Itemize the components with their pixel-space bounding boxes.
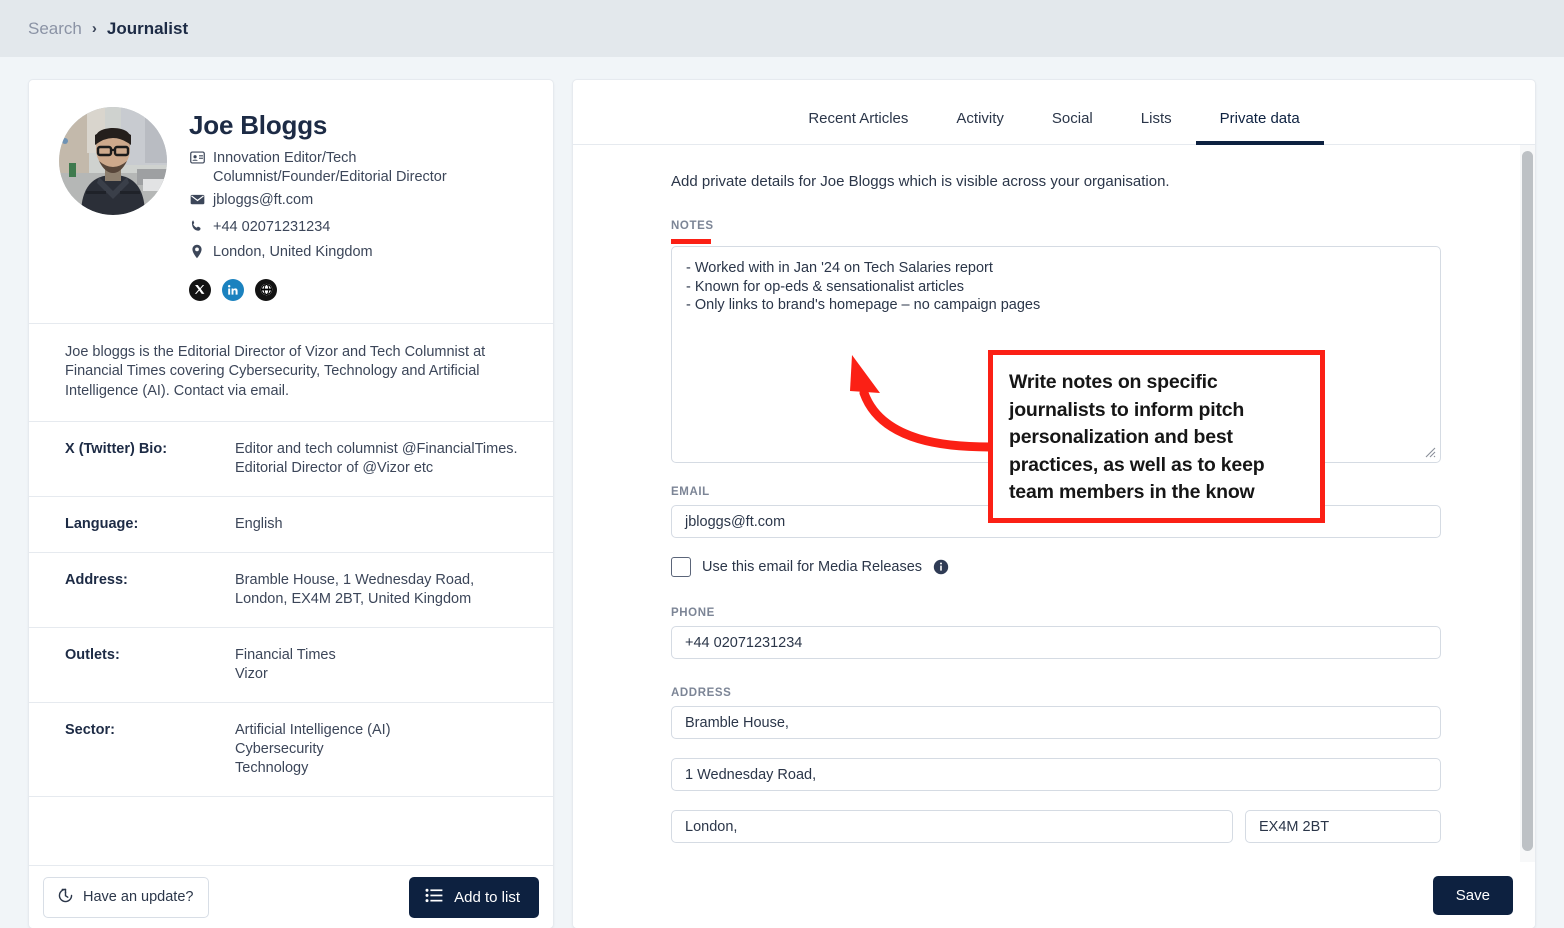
detail-key: Outlets: <box>65 647 120 663</box>
address-city-postcode-row: London, EX4M 2BT <box>671 810 1535 843</box>
info-icon[interactable] <box>933 559 949 575</box>
address-postcode-input[interactable]: EX4M 2BT <box>1245 810 1441 843</box>
media-releases-label: Use this email for Media Releases <box>702 559 923 575</box>
annotation-text: Write notes on specific journalists to i… <box>1009 371 1265 503</box>
detail-row-sector: Sector: Artificial Intelligence (AI) Cyb… <box>29 703 553 796</box>
detail-key: Sector: <box>65 722 115 738</box>
tab-social[interactable]: Social <box>1028 110 1117 144</box>
detail-row-address: Address: Bramble House, 1 Wednesday Road… <box>29 553 553 627</box>
tab-private-data[interactable]: Private data <box>1195 110 1324 145</box>
profile-bio: Joe bloggs is the Editorial Director of … <box>65 343 486 399</box>
profile-email-row[interactable]: jbloggs@ft.com <box>189 191 529 213</box>
page-body: Joe Bloggs Innovation Editor/Tech Column… <box>0 57 1564 928</box>
annotation-callout: Write notes on specific journalists to i… <box>988 350 1325 523</box>
profile-card: Joe Bloggs Innovation Editor/Tech Column… <box>28 79 554 928</box>
address-line1-input[interactable]: Bramble House, <box>671 706 1441 739</box>
profile-email: jbloggs@ft.com <box>213 192 314 208</box>
detail-value-line: Artificial Intelligence (AI) <box>235 722 391 738</box>
map-pin-icon <box>189 243 205 265</box>
detail-value-line: London, EX4M 2BT, United Kingdom <box>235 591 472 607</box>
notes-label-wrap: NOTES <box>671 216 714 244</box>
detail-value-line: Editor and tech columnist @FinancialTime… <box>235 441 518 457</box>
detail-value-line: Editorial Director of @Vizor etc <box>235 460 434 476</box>
address-city-input[interactable]: London, <box>671 810 1233 843</box>
detail-key: X (Twitter) Bio: <box>65 441 168 457</box>
detail-value: Artificial Intelligence (AI) Cybersecuri… <box>235 721 529 778</box>
profile-location-row: London, United Kingdom <box>189 243 529 265</box>
profile-name: Joe Bloggs <box>189 110 328 140</box>
address-label: ADDRESS <box>671 687 732 699</box>
profile-header: Joe Bloggs Innovation Editor/Tech Column… <box>29 80 553 323</box>
detail-value: Editor and tech columnist @FinancialTime… <box>235 440 529 478</box>
panel-scrollbar-track[interactable] <box>1520 145 1535 928</box>
linkedin-icon[interactable] <box>222 278 244 301</box>
empty-row <box>29 797 553 873</box>
resize-handle-icon[interactable] <box>1425 445 1437 458</box>
media-releases-checkbox[interactable] <box>671 557 691 577</box>
tab-activity[interactable]: Activity <box>932 110 1028 144</box>
list-icon <box>425 888 443 907</box>
breadcrumb-search-link[interactable]: Search <box>28 19 82 39</box>
detail-value-line: Technology <box>235 760 309 776</box>
avatar <box>59 107 167 215</box>
detail-row-outlets: Outlets: Financial Times Vizor <box>29 628 553 702</box>
annotation-arrow <box>850 355 995 452</box>
breadcrumb-separator-icon: › <box>91 20 97 37</box>
private-data-intro: Add private details for Joe Bloggs which… <box>671 173 1170 190</box>
profile-location: London, United Kingdom <box>213 244 373 260</box>
detail-key: Address: <box>65 572 128 588</box>
address-line2-input[interactable]: 1 Wednesday Road, <box>671 758 1441 791</box>
detail-value: English <box>235 515 529 534</box>
profile-card-footer: Have an update? Add to list <box>29 865 553 928</box>
panel-scroll-area: Add private details for Joe Bloggs which… <box>573 145 1535 928</box>
profile-phone: +44 02071231234 <box>213 218 331 235</box>
panel-scrollbar-thumb[interactable] <box>1522 151 1533 851</box>
profile-title-row: Innovation Editor/Tech Columnist/Founder… <box>189 149 529 186</box>
breadcrumb: Search › Journalist <box>0 19 188 39</box>
breadcrumb-current: Journalist <box>106 18 189 38</box>
have-an-update-label: Have an update? <box>83 889 194 905</box>
detail-value-line: Vizor <box>235 666 268 682</box>
tab-recent-articles[interactable]: Recent Articles <box>784 110 932 144</box>
have-an-update-button[interactable]: Have an update? <box>43 876 210 918</box>
panel-footer: Save <box>573 862 1535 928</box>
email-label: EMAIL <box>671 486 710 498</box>
notes-highlight-marker <box>671 239 711 244</box>
social-links <box>189 278 529 301</box>
profile-phone-row[interactable]: +44 02071231234 <box>189 218 529 239</box>
phone-field-group: PHONE +44 02071231234 <box>671 603 1535 659</box>
detail-value-line: Bramble House, 1 Wednesday Road, <box>235 572 475 588</box>
detail-value-line: English <box>235 516 283 532</box>
phone-label: PHONE <box>671 607 715 619</box>
detail-value-line: Cybersecurity <box>235 741 324 757</box>
media-releases-checkbox-row: Use this email for Media Releases <box>671 557 1535 577</box>
phone-input[interactable]: +44 02071231234 <box>671 626 1441 659</box>
history-icon <box>57 887 74 908</box>
profile-header-details: Joe Bloggs Innovation Editor/Tech Column… <box>189 107 529 301</box>
top-breadcrumb-bar: Search › Journalist <box>0 0 1564 57</box>
detail-value: Bramble House, 1 Wednesday Road, London,… <box>235 571 529 609</box>
address-field-group: ADDRESS Bramble House, 1 Wednesday Road,… <box>671 683 1535 843</box>
detail-value: Financial Times Vizor <box>235 646 529 684</box>
app-root: Search › Journalist Joe Bloggs Innovatio… <box>0 0 1564 928</box>
tab-lists[interactable]: Lists <box>1117 110 1196 144</box>
save-button[interactable]: Save <box>1432 875 1513 915</box>
profile-title: Innovation Editor/Tech Columnist/Founder… <box>213 150 447 185</box>
detail-row-twitter-bio: X (Twitter) Bio: Editor and tech columni… <box>29 422 553 496</box>
tab-bar: Recent Articles Activity Social Lists Pr… <box>573 80 1535 145</box>
detail-key: Language: <box>65 516 139 532</box>
phone-icon <box>189 218 205 239</box>
envelope-icon <box>189 191 205 213</box>
x-twitter-icon[interactable] <box>189 278 211 301</box>
detail-value-line: Financial Times <box>235 647 336 663</box>
website-icon[interactable] <box>255 278 277 301</box>
detail-row-language: Language: English <box>29 497 553 552</box>
id-card-icon <box>189 149 205 171</box>
add-to-list-label: Add to list <box>454 888 520 906</box>
add-to-list-button[interactable]: Add to list <box>409 876 539 918</box>
notes-label: NOTES <box>671 220 714 232</box>
